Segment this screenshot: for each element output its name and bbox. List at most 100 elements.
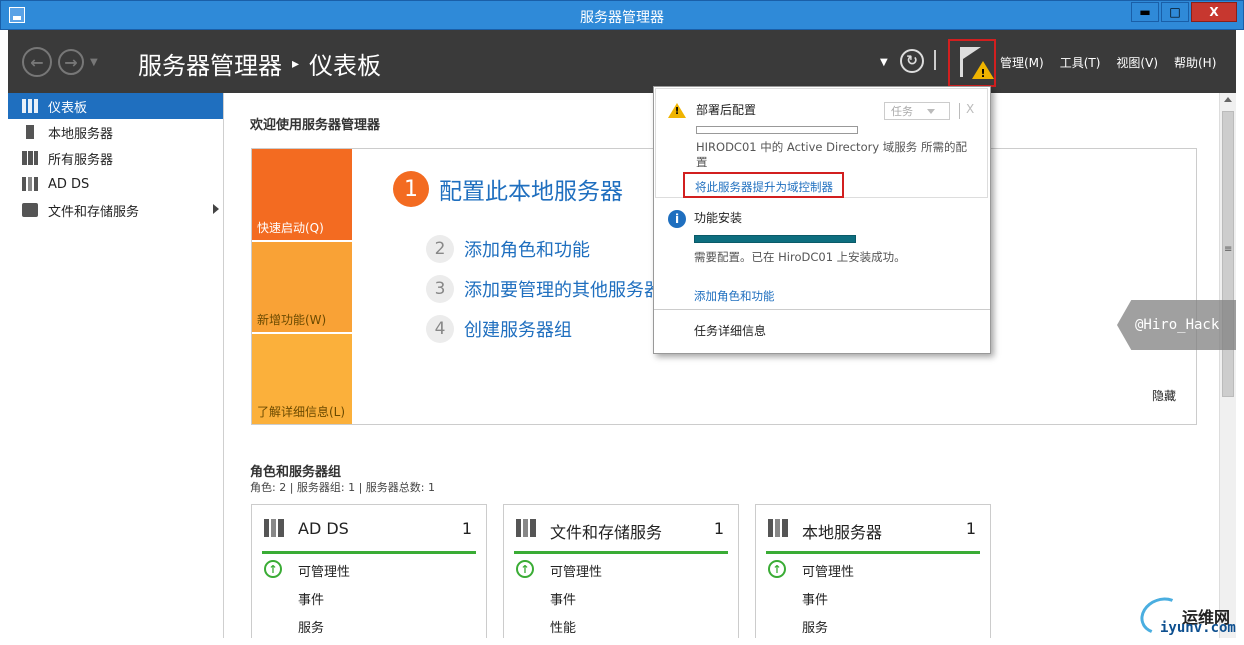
roles-summary: 角色: 2 | 服务器组: 1 | 服务器总数: 1 <box>250 481 436 494</box>
menu-view[interactable]: 视图(V) <box>1116 54 1158 71</box>
dismiss-notification-icon[interactable]: X <box>966 102 974 116</box>
scroll-up-arrow-icon[interactable] <box>1224 97 1232 102</box>
scroll-grip-icon: ≡ <box>1224 244 1233 255</box>
step-add-roles[interactable]: 2 添加角色和功能 <box>426 235 590 263</box>
breadcrumb-app[interactable]: 服务器管理器 <box>138 46 282 81</box>
roles-title: 角色和服务器组 <box>250 465 342 480</box>
window-controls: ▬ □ X <box>1131 2 1237 22</box>
close-button[interactable]: X <box>1191 2 1237 22</box>
forward-arrow-icon[interactable]: → <box>58 49 84 75</box>
notification-title: 功能安装 <box>694 211 743 225</box>
card-title: 本地服务器 <box>802 523 883 542</box>
notification-divider <box>959 103 960 119</box>
deploy-progress-bar <box>696 126 858 134</box>
step-number: 3 <box>426 275 454 303</box>
dashboard-icon <box>22 99 38 113</box>
task-dropdown[interactable]: 任务 <box>884 102 950 120</box>
file-storage-icon <box>22 203 38 217</box>
notification-flag-button[interactable]: ! <box>948 39 996 87</box>
sidebar-item-label: 仪表板 <box>48 100 88 116</box>
card-row-services[interactable]: 服务 <box>298 617 324 636</box>
sidebar-item-all-servers[interactable]: 所有服务器 <box>8 145 223 171</box>
step-configure-local-server[interactable]: 1 配置此本地服务器 <box>393 171 623 207</box>
card-title: 文件和存储服务 <box>550 523 663 542</box>
card-row-performance[interactable]: 性能 <box>550 617 576 636</box>
role-card-file-storage[interactable]: 文件和存储服务 1 ↑ 可管理性 事件 性能 <box>503 504 739 638</box>
minimize-button[interactable]: ▬ <box>1131 2 1159 22</box>
card-count: 1 <box>965 519 976 538</box>
role-card-ad-ds[interactable]: AD DS 1 ↑ 可管理性 事件 服务 <box>251 504 487 638</box>
menu-bar: 管理(M) 工具(T) 视图(V) 帮助(H) <box>1000 54 1216 71</box>
maximize-button[interactable]: □ <box>1161 2 1189 22</box>
expand-arrow-icon[interactable] <box>213 204 219 214</box>
sidebar-item-label: 文件和存储服务 <box>48 204 140 220</box>
status-bar <box>766 551 980 554</box>
title-bar: 服务器管理器 ▬ □ X <box>0 0 1244 30</box>
sidebar-item-label: AD DS <box>48 176 90 192</box>
header-bar: ← → ▼ 服务器管理器 ▸ 仪表板 ▼ ↻ ! 管理(M) 工具(T) 视图(… <box>8 30 1236 93</box>
card-row-events[interactable]: 事件 <box>298 589 324 608</box>
adds-icon <box>22 177 38 191</box>
card-row-events[interactable]: 事件 <box>802 589 828 608</box>
chevron-down-icon <box>927 108 935 114</box>
breadcrumb: 服务器管理器 ▸ 仪表板 <box>138 46 381 81</box>
flag-icon <box>963 47 981 59</box>
tile-quick-start[interactable]: 快速启动(Q) <box>252 149 352 240</box>
history-dropdown-icon[interactable]: ▼ <box>90 57 98 68</box>
sidebar-item-ad-ds[interactable]: AD DS <box>8 171 223 197</box>
add-roles-link[interactable]: 添加角色和功能 <box>694 288 775 304</box>
status-bar <box>514 551 728 554</box>
step-label[interactable]: 创建服务器组 <box>464 316 572 342</box>
adds-icon <box>264 519 284 537</box>
card-row-manageability[interactable]: 可管理性 <box>802 561 854 580</box>
card-row-manageability[interactable]: 可管理性 <box>298 561 350 580</box>
sidebar-item-file-storage[interactable]: 文件和存储服务 <box>8 197 223 223</box>
info-icon: i <box>668 210 686 228</box>
scroll-thumb[interactable]: ≡ <box>1222 111 1234 397</box>
card-row-events[interactable]: 事件 <box>550 589 576 608</box>
menu-manage[interactable]: 管理(M) <box>1000 54 1044 71</box>
step-number: 1 <box>393 171 429 207</box>
notification-description: 需要配置。已在 HiroDC01 上安装成功。 <box>694 250 906 264</box>
task-dropdown-label: 任务 <box>891 105 913 118</box>
status-bar <box>262 551 476 554</box>
step-label[interactable]: 配置此本地服务器 <box>439 172 623 206</box>
step-create-group[interactable]: 4 创建服务器组 <box>426 315 572 343</box>
vertical-scrollbar[interactable]: ≡ <box>1219 93 1236 638</box>
ok-arrow-icon: ↑ <box>768 560 786 578</box>
window-title: 服务器管理器 <box>580 10 664 26</box>
refresh-icon[interactable]: ↻ <box>900 49 924 73</box>
tile-learn-more[interactable]: 了解详细信息(L) <box>252 334 352 424</box>
watermark-label: @Hiro_Hack <box>1117 300 1236 350</box>
hide-welcome-link[interactable]: 隐藏 <box>1152 387 1176 404</box>
sidebar-item-dashboard[interactable]: 仪表板 <box>8 93 223 119</box>
ok-arrow-icon: ↑ <box>516 560 534 578</box>
card-row-manageability[interactable]: 可管理性 <box>550 561 602 580</box>
notification-description: HIRODC01 中的 Active Directory 域服务 所需的配置 <box>696 140 967 169</box>
breadcrumb-separator: ▸ <box>292 55 300 72</box>
warning-mark: ! <box>674 106 680 117</box>
sidebar-item-label: 本地服务器 <box>48 126 114 142</box>
task-details-link[interactable]: 任务详细信息 <box>694 322 766 339</box>
card-count: 1 <box>461 519 472 538</box>
header-dropdown-icon[interactable]: ▼ <box>880 57 888 68</box>
role-card-local-server[interactable]: 本地服务器 1 ↑ 可管理性 事件 服务 <box>755 504 991 638</box>
sidebar-item-local-server[interactable]: 本地服务器 <box>8 119 223 145</box>
file-storage-icon <box>516 519 536 537</box>
menu-tools[interactable]: 工具(T) <box>1060 54 1101 71</box>
step-label[interactable]: 添加要管理的其他服务器 <box>464 276 662 302</box>
server-icon <box>768 519 788 537</box>
step-label[interactable]: 添加角色和功能 <box>464 236 590 262</box>
header-divider <box>934 50 936 70</box>
notification-title: 部署后配置 <box>696 103 757 117</box>
server-icon <box>26 125 34 139</box>
card-row-services[interactable]: 服务 <box>802 617 828 636</box>
step-add-servers[interactable]: 3 添加要管理的其他服务器 <box>426 275 662 303</box>
promote-to-dc-link[interactable]: 将此服务器提升为域控制器 <box>683 172 844 198</box>
card-count: 1 <box>713 519 724 538</box>
menu-help[interactable]: 帮助(H) <box>1174 54 1216 71</box>
back-arrow-icon[interactable]: ← <box>22 47 52 77</box>
step-number: 2 <box>426 235 454 263</box>
notifications-popup: ! 部署后配置 任务 X HIRODC01 中的 Active Director… <box>653 86 991 354</box>
tile-whats-new[interactable]: 新增功能(W) <box>252 242 352 332</box>
